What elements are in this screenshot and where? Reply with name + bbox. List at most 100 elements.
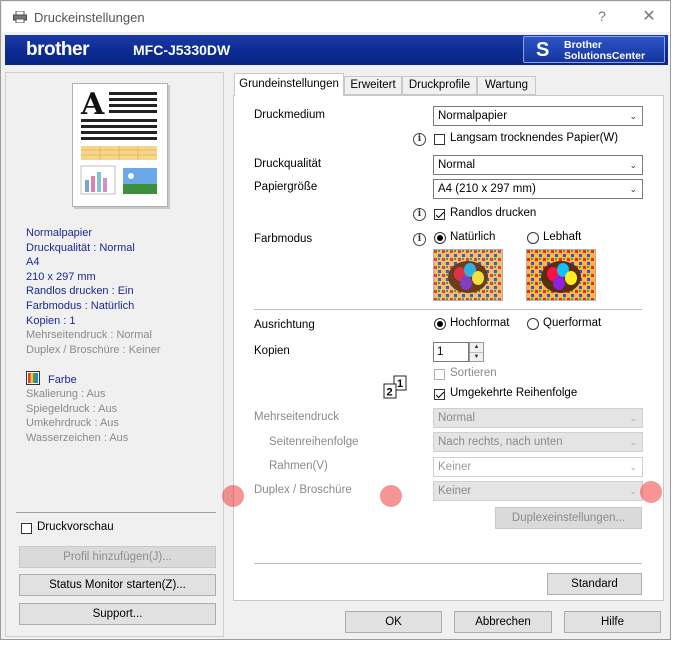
info-icon[interactable]: i [413,233,426,246]
color-vivid-preview[interactable] [526,249,596,301]
paper-value: A4 (210 x 297 mm) [438,183,536,195]
tab-basic[interactable]: Grundeinstellungen [234,73,344,96]
reverse-order-checkbox[interactable] [434,389,445,400]
border-select[interactable]: Keiner ⌄ [433,457,643,477]
print-preview-label: Druckvorschau [37,521,114,533]
color-natural-preview[interactable] [433,249,503,301]
duplex-settings-button[interactable]: Duplexeinstellungen... [495,507,642,529]
collate-icon: 1 2 [381,375,409,401]
chevron-up-icon[interactable]: ▲ [470,343,483,352]
slow-dry-label: Langsam trocknendes Papier(W) [450,132,619,144]
paper-label: Papiergröße [254,181,318,193]
chevron-down-icon: ⌄ [629,437,637,447]
chevron-down-icon: ⌄ [629,160,637,170]
printer-icon [13,11,27,23]
marker-dot [222,485,244,507]
marker-dot [380,485,402,507]
ok-button[interactable]: OK [345,611,442,633]
summary-list-2: Skalierung : Aus Spiegeldruck : Aus Umke… [26,387,128,445]
color-vivid-radio[interactable] [527,232,539,244]
media-select[interactable]: Normalpapier ⌄ [433,106,643,126]
chevron-down-icon[interactable]: ▼ [470,352,483,362]
chevron-down-icon: ⌄ [629,462,637,472]
summary-quality: Druckqualität : Normal [26,241,135,254]
chevron-down-icon: ⌄ [629,486,637,496]
solutions-center-button[interactable]: S Brother SolutionsCenter [523,36,665,63]
summary-borderless: Randlos drucken : Ein [26,285,134,298]
summary-paper: A4 [26,256,40,269]
settings-summary-panel: A Normalpapier Druckqualität: Normal A4… [5,72,224,637]
summary-color: Farbe [48,374,77,386]
help-button[interactable]: Hilfe [564,611,661,633]
support-button[interactable]: Support... [19,603,216,625]
borderless-checkbox[interactable] [434,209,445,220]
status-monitor-button[interactable]: Status Monitor starten(Z)... [19,574,216,596]
help-icon[interactable]: ? [592,8,612,24]
paper-select[interactable]: A4 (210 x 297 mm) ⌄ [433,179,643,199]
print-preview-checkbox[interactable] [21,523,32,534]
brother-banner: brother MFC-J5330DW S Brother SolutionsC… [5,35,668,65]
collate-checkbox[interactable] [434,369,445,380]
cancel-button[interactable]: Abbrechen [454,611,552,633]
summary-media: Normalpapier [26,227,93,239]
media-value: Normalpapier [438,110,508,122]
svg-text:1: 1 [397,378,403,390]
slow-dry-checkbox[interactable] [434,134,445,145]
color-natural-radio[interactable] [434,232,446,244]
divider [16,512,216,513]
duplex-select[interactable]: Keiner ⌄ [433,481,643,501]
page-preview-graphic: A [80,87,157,195]
tab-maintenance[interactable]: Wartung [477,76,536,95]
tab-print-profiles[interactable]: Druckprofile [402,76,477,95]
landscape-radio[interactable] [527,318,539,330]
svg-text:A: A [80,87,105,122]
add-profile-button[interactable]: Profil hinzufügen(J)... [19,546,216,568]
summary-reverse: Umkehrdruck : Aus [26,417,119,430]
info-icon[interactable]: i [413,133,426,146]
multipage-value: Normal [438,412,476,424]
color-mode-label: Farbmodus [254,233,313,245]
divider [254,563,642,564]
brand-logo: brother [26,39,90,60]
landscape-label: Querformat [543,317,602,329]
summary-duplex: Duplex / Broschüre : Keiner [26,343,161,356]
standard-button[interactable]: Standard [547,573,642,595]
tab-advanced[interactable]: Erweitert [344,76,402,95]
printer-model: MFC-J5330DW [133,42,231,58]
reverse-order-label: Umgekehrte Reihenfolge [450,387,578,399]
page-order-select[interactable]: Nach rechts, nach unten ⌄ [433,432,643,452]
collate-label: Sortieren [450,367,497,379]
svg-text:2: 2 [387,387,393,399]
copies-input[interactable]: 1 [433,342,469,362]
summary-scaling: Skalierung : Aus [26,388,106,400]
color-natural-label: Natürlich [450,231,496,243]
copies-label: Kopien [254,345,290,357]
borderless-label: Randlos drucken [450,207,537,219]
duplex-label: Duplex / Broschüre [254,484,352,496]
window-title: Druckeinstellungen [34,10,145,25]
close-icon[interactable]: ✕ [638,6,660,26]
duplex-value: Keiner [438,485,472,497]
chevron-down-icon: ⌄ [629,413,637,423]
portrait-label: Hochformat [450,317,510,329]
quality-label: Druckqualität [254,158,322,170]
border-label: Rahmen(V) [269,460,328,472]
summary-watermark: Wasserzeichen : Aus [26,431,129,444]
page-preview: A [72,83,168,207]
border-value: Keiner [438,461,472,473]
summary-copies: Kopien : 1 [26,314,76,327]
portrait-radio[interactable] [434,318,446,330]
title-bar: Druckeinstellungen ? ✕ [2,2,670,32]
chevron-down-icon: ⌄ [629,111,637,121]
orientation-label: Ausrichtung [254,319,315,331]
quality-select[interactable]: Normal ⌄ [433,155,643,175]
color-icon [26,371,40,385]
page-order-label: Seitenreihenfolge [269,436,359,448]
quality-value: Normal [438,159,476,171]
multipage-label: Mehrseitendruck [254,411,340,423]
info-icon[interactable]: i [413,208,426,221]
summary-mirror: Spiegeldruck : Aus [26,402,118,415]
multipage-select[interactable]: Normal ⌄ [433,408,643,428]
copies-stepper[interactable]: ▲ ▼ [469,342,484,362]
solutions-center-label-2: SolutionsCenter [564,50,646,62]
